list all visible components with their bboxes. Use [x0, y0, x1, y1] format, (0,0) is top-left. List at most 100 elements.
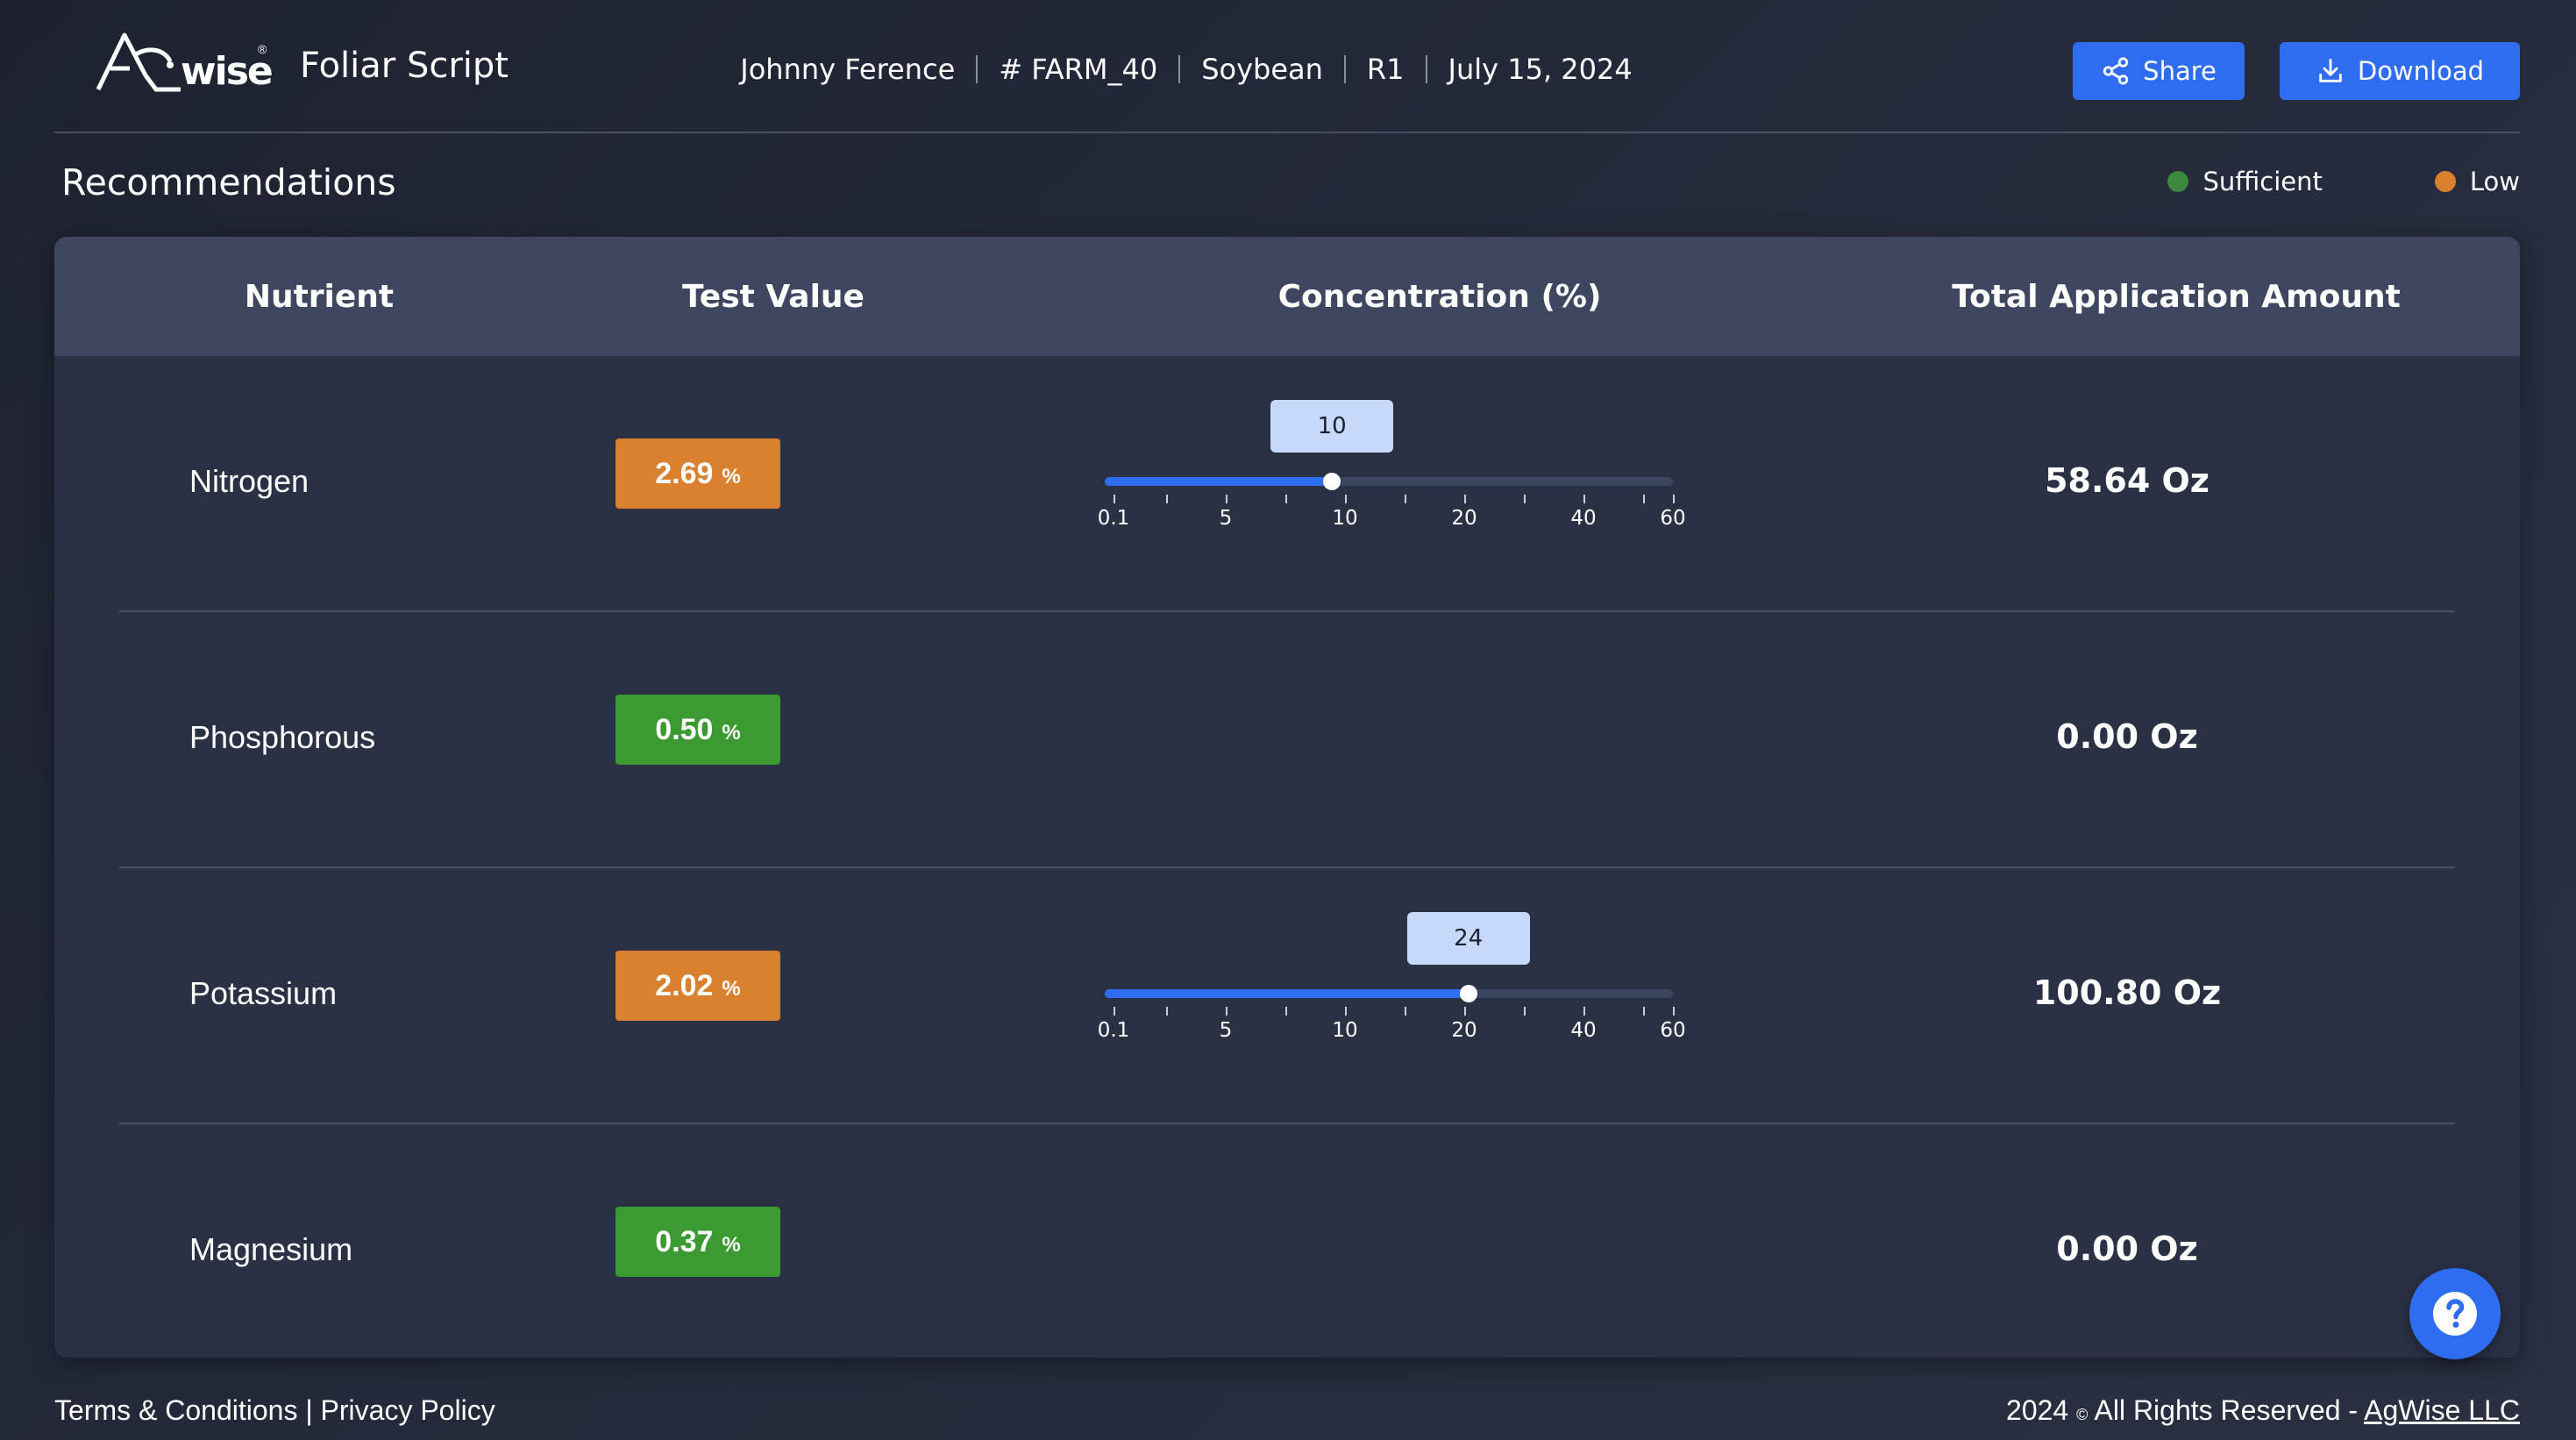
meta-farm-id: # FARM_40	[999, 53, 1158, 86]
slider-tick	[1583, 495, 1585, 503]
help-button[interactable]	[2409, 1268, 2501, 1359]
slider-tick-label: 10	[1332, 1019, 1358, 1042]
column-header-nutrient: Nutrient	[244, 279, 395, 315]
test-value: 0.37	[655, 1224, 714, 1258]
share-button-label: Share	[2143, 56, 2217, 86]
table-row: Nitrogen 2.69% 10 0.1 5 10 20 40 60 58.64 Oz	[119, 356, 2455, 612]
legend-label: Sufficient	[2202, 167, 2323, 196]
slider-tick	[1643, 495, 1645, 503]
application-amount: 0.00 Oz	[2056, 717, 2198, 756]
slider-tick-label: 40	[1570, 507, 1597, 530]
test-value-unit: %	[722, 465, 741, 488]
slider-tick-label: 40	[1570, 1019, 1597, 1042]
slider-tick	[1643, 1007, 1645, 1016]
meta-date: July 15, 2024	[1448, 53, 1633, 86]
test-value-badge: 0.37%	[616, 1207, 780, 1277]
slider-tick	[1114, 1007, 1115, 1016]
footer-legal-links[interactable]: Terms & Conditions | Privacy Policy	[54, 1394, 495, 1426]
slider-tick	[1345, 1007, 1347, 1016]
test-value: 2.69	[655, 456, 714, 490]
nutrient-name: Nitrogen	[189, 463, 310, 499]
slider-tick	[1285, 1007, 1287, 1016]
copyright-icon: ©	[2076, 1406, 2089, 1423]
slider-thumb[interactable]	[1459, 985, 1477, 1002]
slider-tick	[1226, 495, 1228, 503]
test-value-badge: 2.69%	[616, 438, 780, 509]
slider-fill	[1105, 989, 1469, 998]
recommendations-table: Nutrient Test Value Concentration (%) To…	[54, 237, 2520, 1358]
column-header-concentration: Concentration (%)	[1277, 279, 1602, 315]
download-icon	[2319, 58, 2342, 82]
slider-tick-label: 10	[1332, 507, 1358, 530]
meta-divider	[1343, 55, 1346, 83]
download-button[interactable]: Download	[2280, 42, 2520, 100]
share-button[interactable]: Share	[2073, 42, 2245, 100]
slider-tick	[1524, 1007, 1526, 1016]
table-row: Potassium 2.02% 24 0.1 5 10 20 40 60 100.80 Oz	[119, 868, 2455, 1124]
application-amount: 0.00 Oz	[2056, 1230, 2198, 1268]
slider-tick-label: 5	[1219, 1019, 1233, 1042]
test-value-unit: %	[722, 977, 741, 1001]
copyright-text: All Rights Reserved -	[2094, 1394, 2359, 1426]
slider-tick-label: 60	[1660, 507, 1686, 530]
top-header: wise ® Foliar Script Johnny Ference # FA…	[54, 0, 2520, 133]
help-question-icon	[2433, 1292, 2477, 1336]
slider-tick-label: 20	[1451, 507, 1477, 530]
nutrient-name: Potassium	[189, 975, 338, 1011]
concentration-value-bubble: 10	[1270, 400, 1394, 453]
test-value: 0.50	[655, 712, 714, 746]
status-legend: Sufficient Low	[2167, 167, 2520, 196]
recommendations-bar: Recommendations Sufficient Low	[61, 156, 2520, 209]
slider-tick	[1673, 495, 1675, 503]
footer-links[interactable]: Terms & Conditions | Privacy Policy	[54, 1394, 495, 1427]
slider-tick-label: 20	[1451, 1019, 1477, 1042]
sufficient-dot-icon	[2167, 171, 2189, 192]
legend-item-sufficient: Sufficient	[2167, 167, 2323, 196]
nutrient-name: Phosphorous	[189, 719, 376, 755]
slider-tick	[1285, 495, 1287, 503]
table-row: Phosphorous 0.50% 0.00 Oz	[119, 612, 2455, 868]
company-link[interactable]: AgWise LLC	[2364, 1394, 2520, 1426]
slider-tick	[1226, 1007, 1228, 1016]
slider-tick	[1345, 495, 1347, 503]
concentration-slider[interactable]: 24 0.1 5 10 20 40 60	[1098, 912, 1686, 1070]
test-value-unit: %	[722, 1233, 741, 1257]
slider-tick	[1673, 1007, 1675, 1016]
slider-tick-label: 0.1	[1097, 507, 1130, 530]
slider-tick	[1524, 495, 1526, 503]
low-dot-icon	[2434, 171, 2456, 192]
copyright-year: 2024	[2006, 1394, 2069, 1426]
download-button-label: Download	[2357, 56, 2485, 86]
test-value-badge: 2.02%	[616, 951, 780, 1021]
application-amount: 100.80 Oz	[2032, 973, 2222, 1012]
section-title: Recommendations	[61, 161, 396, 203]
concentration-value-bubble: 24	[1406, 912, 1530, 965]
slider-tick	[1464, 1007, 1466, 1016]
application-amount: 58.64 Oz	[2045, 461, 2210, 500]
nutrient-name: Magnesium	[189, 1231, 353, 1267]
slider-tick-label: 5	[1219, 507, 1233, 530]
meta-growth-stage: R1	[1366, 53, 1405, 86]
share-icon	[2103, 57, 2129, 85]
slider-tick	[1166, 1007, 1168, 1016]
slider-thumb[interactable]	[1323, 473, 1341, 490]
slider-fill	[1105, 477, 1333, 486]
column-header-test-value: Test Value	[682, 279, 865, 315]
meta-divider	[1178, 55, 1181, 83]
test-value-badge: 0.50%	[616, 695, 780, 765]
meta-divider	[976, 55, 978, 83]
test-value: 2.02	[655, 968, 714, 1002]
slider-tick	[1114, 495, 1115, 503]
legend-item-low: Low	[2434, 167, 2520, 196]
slider-tick	[1405, 495, 1406, 503]
slider-tick	[1583, 1007, 1585, 1016]
table-header: Nutrient Test Value Concentration (%) To…	[54, 237, 2520, 356]
slider-tick-label: 60	[1660, 1019, 1686, 1042]
slider-tick	[1166, 495, 1168, 503]
footer-copyright: 2024 © All Rights Reserved - AgWise LLC	[2006, 1394, 2520, 1427]
legend-label: Low	[2469, 167, 2520, 196]
concentration-slider[interactable]: 10 0.1 5 10 20 40 60	[1098, 400, 1686, 558]
test-value-unit: %	[722, 721, 741, 745]
column-header-application-amount: Total Application Amount	[1952, 279, 2401, 315]
slider-tick	[1405, 1007, 1406, 1016]
